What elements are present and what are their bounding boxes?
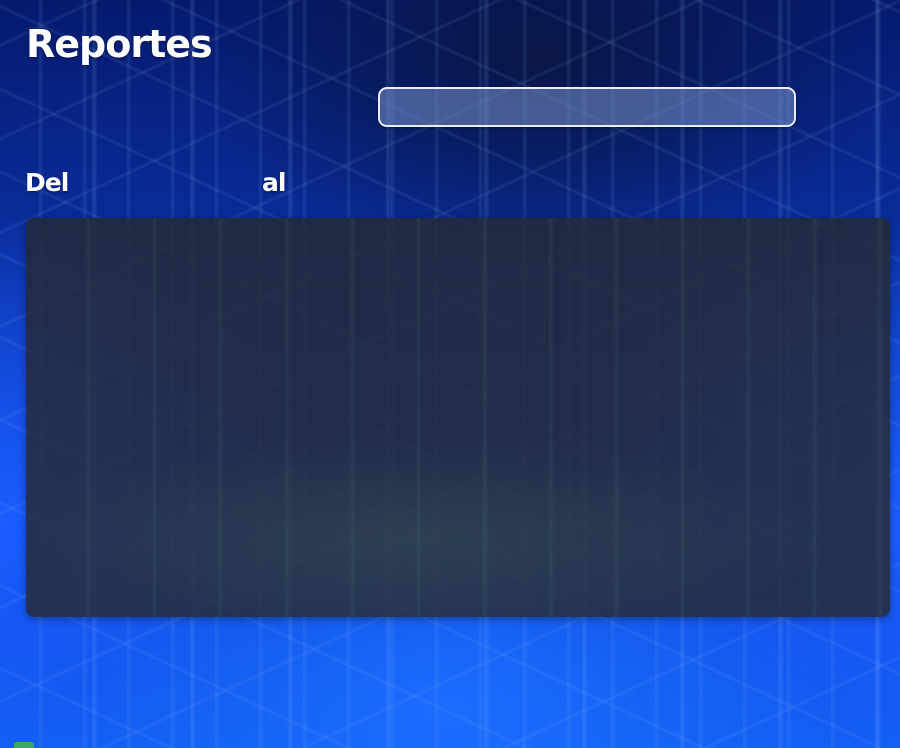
date-from-label: Del xyxy=(25,168,69,197)
report-grid-background xyxy=(26,218,890,617)
search-input[interactable] xyxy=(378,87,796,127)
taskbar-edge xyxy=(14,742,34,748)
page-title: Reportes xyxy=(26,22,213,66)
desktop-background: { "page": { "title": "Reportes" }, "filt… xyxy=(0,0,900,748)
date-to-label: al xyxy=(262,168,286,197)
report-grid[interactable] xyxy=(26,218,890,617)
